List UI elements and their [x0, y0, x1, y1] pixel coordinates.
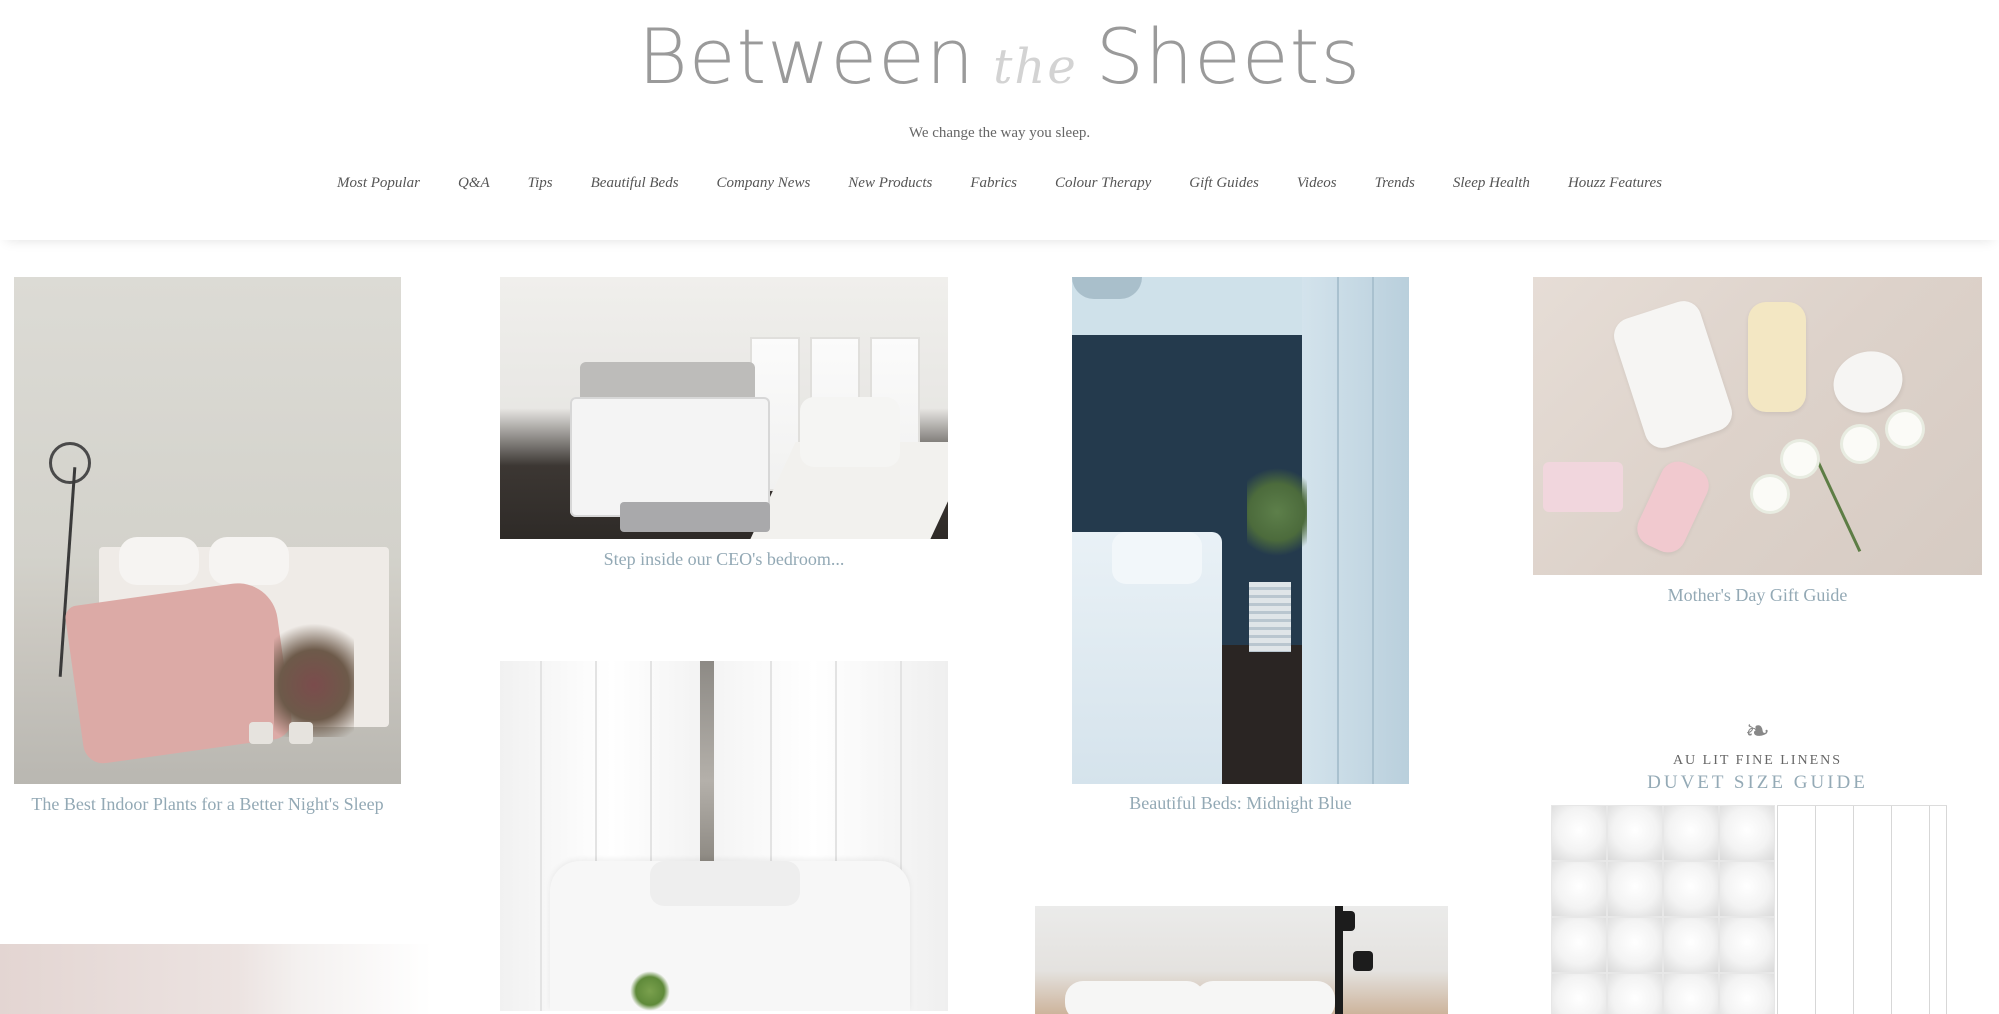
post-card-indoor-plants[interactable]: The Best Indoor Plants for a Better Nigh…: [14, 277, 401, 817]
au-lit-logo-icon: ❧: [1744, 715, 1771, 749]
nav-item-colour-therapy[interactable]: Colour Therapy: [1055, 175, 1151, 192]
post-caption-midnight-blue[interactable]: Beautiful Beds: Midnight Blue: [1072, 793, 1409, 814]
nav-item-most-popular[interactable]: Most Popular: [337, 175, 420, 192]
book-stack-stool: [1249, 582, 1291, 652]
wardrobe: [1302, 277, 1409, 784]
nav-item-new-products[interactable]: New Products: [848, 175, 932, 192]
duvet-brand-name: AU LIT FINE LINENS: [1672, 753, 1843, 768]
monogram-pillow: [650, 861, 800, 906]
pendant-lamp: [1072, 277, 1142, 299]
post-card-bottom-left[interactable]: [0, 944, 432, 1014]
post-image-indoor-plants[interactable]: [14, 277, 401, 784]
post-card-curtains-bed[interactable]: [500, 661, 948, 1011]
nav-item-trends[interactable]: Trends: [1375, 175, 1415, 192]
diffuser-bottle: [1748, 302, 1806, 412]
logo-word-sheets: Sheets: [1095, 12, 1362, 101]
tufted-bench: [620, 502, 770, 532]
post-image-bottom-middle[interactable]: [1035, 906, 1448, 1014]
bed: [570, 397, 770, 517]
wardrobe-panel-line: [1372, 277, 1374, 784]
post-card-bottom-middle[interactable]: [1035, 906, 1448, 1014]
post-image-bottom-left[interactable]: [0, 944, 432, 1014]
site-logo[interactable]: Between the Sheets: [0, 12, 1999, 101]
white-flower: [1783, 442, 1817, 476]
armchair: [800, 397, 900, 467]
post-caption-indoor-plants[interactable]: The Best Indoor Plants for a Better Nigh…: [14, 794, 401, 815]
post-image-curtains-bed[interactable]: [500, 661, 948, 1011]
bed-pillow: [1195, 981, 1335, 1014]
post-card-ceo-bedroom[interactable]: Step inside our CEO's bedroom...: [500, 277, 948, 577]
floor-plant: [274, 607, 354, 737]
white-flower: [1888, 412, 1922, 446]
site-header: Between the Sheets We change the way you s…: [0, 0, 1999, 240]
floor-lamp-head: [1353, 951, 1373, 971]
nav-item-company-news[interactable]: Company News: [717, 175, 811, 192]
bed-pillow: [119, 537, 199, 585]
plant-pot: [249, 722, 273, 744]
post-image-duvet-size-guide[interactable]: ❧ AU LIT FINE LINENS DUVET SIZE GUIDE: [1533, 715, 1982, 1014]
white-flower: [1753, 477, 1787, 511]
site-tagline: We change the way you sleep.: [908, 125, 1091, 141]
nav-item-gift-guides[interactable]: Gift Guides: [1189, 175, 1259, 192]
nav-item-sleep-health[interactable]: Sleep Health: [1453, 175, 1530, 192]
duvet-quilt-grid: [1551, 805, 1775, 1014]
bed-pillow: [209, 537, 289, 585]
post-card-duvet-size-guide[interactable]: ❧ AU LIT FINE LINENS DUVET SIZE GUIDE: [1533, 715, 1982, 1014]
main-nav: Most Popular Q&A Tips Beautiful Beds Com…: [0, 175, 1999, 192]
hand-cream-tube: [1631, 455, 1715, 559]
post-caption-mothers-day[interactable]: Mother's Day Gift Guide: [1533, 585, 1982, 606]
nav-item-q-and-a[interactable]: Q&A: [458, 175, 490, 192]
nav-item-fabrics[interactable]: Fabrics: [970, 175, 1017, 192]
nav-item-videos[interactable]: Videos: [1297, 175, 1337, 192]
soap-bar: [1543, 462, 1623, 512]
bed-pillow: [1112, 532, 1202, 584]
curtain-fold: [540, 661, 542, 1011]
duvet-size-lines: [1777, 805, 1947, 1014]
white-flower: [1843, 427, 1877, 461]
bed-pillow: [1065, 981, 1205, 1014]
nav-item-beautiful-beds[interactable]: Beautiful Beds: [591, 175, 679, 192]
post-image-midnight-blue[interactable]: [1072, 277, 1409, 784]
nav-item-tips[interactable]: Tips: [528, 175, 553, 192]
logo-word-the: the: [993, 39, 1078, 95]
potted-plant: [1247, 457, 1307, 567]
logo-word-between: Between: [637, 12, 976, 101]
post-card-mothers-day[interactable]: Mother's Day Gift Guide: [1533, 277, 1982, 617]
floor-lamp-head: [1335, 911, 1355, 931]
wardrobe-panel-line: [1337, 277, 1339, 784]
post-caption-ceo-bedroom[interactable]: Step inside our CEO's bedroom...: [500, 549, 948, 570]
nav-item-houzz-features[interactable]: Houzz Features: [1568, 175, 1662, 192]
potted-plant: [630, 971, 670, 1011]
plant-pot: [289, 722, 313, 744]
duvet-guide-title: DUVET SIZE GUIDE: [1647, 772, 1868, 793]
post-image-mothers-day[interactable]: [1533, 277, 1982, 575]
post-image-ceo-bedroom[interactable]: [500, 277, 948, 539]
lotion-bottle: [1609, 296, 1737, 453]
post-card-midnight-blue[interactable]: Beautiful Beds: Midnight Blue: [1072, 277, 1409, 817]
candle-tin: [1824, 341, 1912, 423]
floor-lamp-shade: [49, 442, 91, 484]
